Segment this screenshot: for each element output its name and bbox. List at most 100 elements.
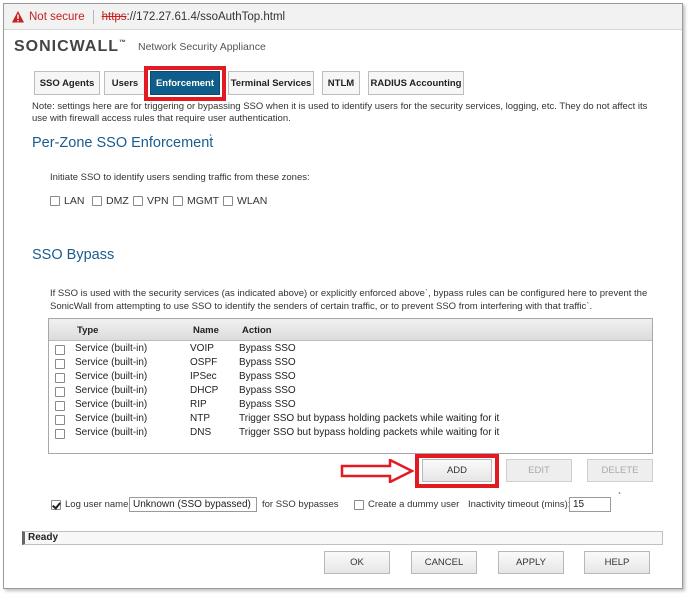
row-action: Trigger SSO but bypass holding packets w… xyxy=(239,427,500,438)
zone-dmz[interactable]: DMZ xyxy=(92,195,129,207)
row-checkbox[interactable] xyxy=(55,429,65,439)
per-zone-title: Per-Zone SSO Enforcement xyxy=(32,135,214,151)
note-text: Note: settings here are for triggering o… xyxy=(32,101,648,124)
zone-lan[interactable]: LAN xyxy=(50,195,84,207)
inactivity-timeout-input[interactable] xyxy=(569,497,611,512)
not-secure-label[interactable]: Not secure xyxy=(29,11,85,23)
url-path[interactable]: ://172.27.61.4/ssoAuthTop.html xyxy=(127,11,286,23)
sso-bypass-description: If SSO is used with the security service… xyxy=(50,287,650,313)
delete-button[interactable]: DELETE xyxy=(587,459,653,482)
zone-vpn-checkbox[interactable] xyxy=(133,196,143,206)
log-user-name-label: Log user name xyxy=(65,499,129,510)
table-row[interactable]: Service (built-in) RIP Bypass SSO xyxy=(49,399,652,413)
brand-trademark: ™ xyxy=(119,39,127,47)
address-bar[interactable]: Not secure https ://172.27.61.4/ssoAuthT… xyxy=(4,4,682,30)
zone-vpn-label: VPN xyxy=(147,195,169,207)
row-name: OSPF xyxy=(190,357,218,368)
row-name: DNS xyxy=(190,427,212,438)
table-row[interactable]: Service (built-in) NTP Trigger SSO but b… xyxy=(49,413,652,427)
row-name: RIP xyxy=(190,399,207,410)
row-action: Bypass SSO xyxy=(239,357,296,368)
table-row[interactable]: Service (built-in) IPSec Bypass SSO xyxy=(49,371,652,385)
status-bar: Ready xyxy=(22,531,663,545)
inactivity-tick: ˋ xyxy=(618,492,622,503)
row-type: Service (built-in) xyxy=(75,399,148,410)
ok-button[interactable]: OK xyxy=(324,551,390,574)
header-type[interactable]: Type xyxy=(77,325,98,336)
for-sso-bypasses-label: for SSO bypasses xyxy=(262,499,339,510)
brand-text: SONICWALL xyxy=(14,38,119,55)
row-type: Service (built-in) xyxy=(75,413,148,424)
row-action: Bypass SSO xyxy=(239,343,296,354)
bypass-paragraph-end: ˋ. xyxy=(586,301,593,312)
zone-dmz-checkbox[interactable] xyxy=(92,196,102,206)
zone-mgmt-label: MGMT xyxy=(187,195,220,207)
row-name: DHCP xyxy=(190,385,219,396)
row-action: Bypass SSO xyxy=(239,371,296,382)
bypass-rules-table: Type Name Action Service (built-in) VOIP… xyxy=(48,318,653,454)
log-user-name-input[interactable] xyxy=(129,497,257,512)
sso-bypass-title: SSO Bypass xyxy=(32,247,115,263)
row-type: Service (built-in) xyxy=(75,385,148,396)
sonicwall-logo: SONICWALL™ xyxy=(14,38,127,56)
row-type: Service (built-in) xyxy=(75,343,148,354)
per-zone-instruction: Initiate SSO to identify users sending t… xyxy=(50,172,310,183)
header-action[interactable]: Action xyxy=(242,325,272,336)
row-checkbox[interactable] xyxy=(55,345,65,355)
bypass-paragraph-start: If SSO is used with the security service… xyxy=(50,288,425,299)
table-row[interactable]: Service (built-in) DNS Trigger SSO but b… xyxy=(49,427,652,441)
row-checkbox[interactable] xyxy=(55,387,65,397)
zone-wlan-label: WLAN xyxy=(237,195,268,207)
row-type: Service (built-in) xyxy=(75,357,148,368)
log-user-name-option[interactable]: Log user name xyxy=(51,499,128,510)
create-dummy-user-checkbox[interactable] xyxy=(354,499,364,510)
row-checkbox[interactable] xyxy=(55,401,65,411)
zone-lan-checkbox[interactable] xyxy=(50,196,60,206)
row-action: Trigger SSO but bypass holding packets w… xyxy=(239,413,500,424)
row-action: Bypass SSO xyxy=(239,399,296,410)
header-name[interactable]: Name xyxy=(193,325,219,336)
tab-sso-agents[interactable]: SSO Agents xyxy=(34,71,100,95)
table-row[interactable]: Service (built-in) VOIP Bypass SSO xyxy=(49,343,652,357)
zone-wlan-checkbox[interactable] xyxy=(223,196,233,206)
tab-terminal-services[interactable]: Terminal Services xyxy=(228,71,314,95)
row-checkbox[interactable] xyxy=(55,415,65,425)
enforcement-tab-highlight xyxy=(144,66,226,101)
per-zone-tick: ˋ xyxy=(209,134,213,145)
table-row[interactable]: Service (built-in) DHCP Bypass SSO xyxy=(49,385,652,399)
table-row[interactable]: Service (built-in) OSPF Bypass SSO xyxy=(49,357,652,371)
address-separator xyxy=(92,9,94,24)
help-button[interactable]: HELP xyxy=(584,551,650,574)
row-type: Service (built-in) xyxy=(75,427,148,438)
create-dummy-user-label: Create a dummy user xyxy=(368,499,460,510)
row-name: IPSec xyxy=(190,371,217,382)
add-button-highlight xyxy=(415,454,499,488)
row-action: Bypass SSO xyxy=(239,385,296,396)
row-checkbox[interactable] xyxy=(55,373,65,383)
zone-dmz-label: DMZ xyxy=(106,195,129,207)
tab-ntlm[interactable]: NTLM xyxy=(322,71,360,95)
warning-icon[interactable] xyxy=(11,10,25,24)
zone-mgmt-checkbox[interactable] xyxy=(173,196,183,206)
browser-window: Not secure https ://172.27.61.4/ssoAuthT… xyxy=(3,3,683,589)
product-subtitle: Network Security Appliance xyxy=(138,41,266,53)
edit-button[interactable]: EDIT xyxy=(506,459,572,482)
log-user-name-checkbox[interactable] xyxy=(51,499,61,510)
row-name: VOIP xyxy=(190,343,214,354)
create-dummy-user-option[interactable]: Create a dummy user xyxy=(354,499,459,510)
tab-radius-accounting[interactable]: RADIUS Accounting xyxy=(368,71,464,95)
row-checkbox[interactable] xyxy=(55,359,65,369)
cancel-button[interactable]: CANCEL xyxy=(411,551,477,574)
url-scheme[interactable]: https xyxy=(102,11,127,23)
apply-button[interactable]: APPLY xyxy=(498,551,564,574)
tab-users[interactable]: Users xyxy=(104,71,146,95)
inactivity-timeout-label: Inactivity timeout (mins): xyxy=(468,499,571,510)
zone-lan-label: LAN xyxy=(64,195,85,207)
red-arrow-icon xyxy=(340,459,414,483)
zone-mgmt[interactable]: MGMT xyxy=(173,195,219,207)
row-type: Service (built-in) xyxy=(75,371,148,382)
table-header: Type Name Action xyxy=(49,319,652,341)
row-name: NTP xyxy=(190,413,210,424)
zone-vpn[interactable]: VPN xyxy=(133,195,169,207)
zone-wlan[interactable]: WLAN xyxy=(223,195,267,207)
